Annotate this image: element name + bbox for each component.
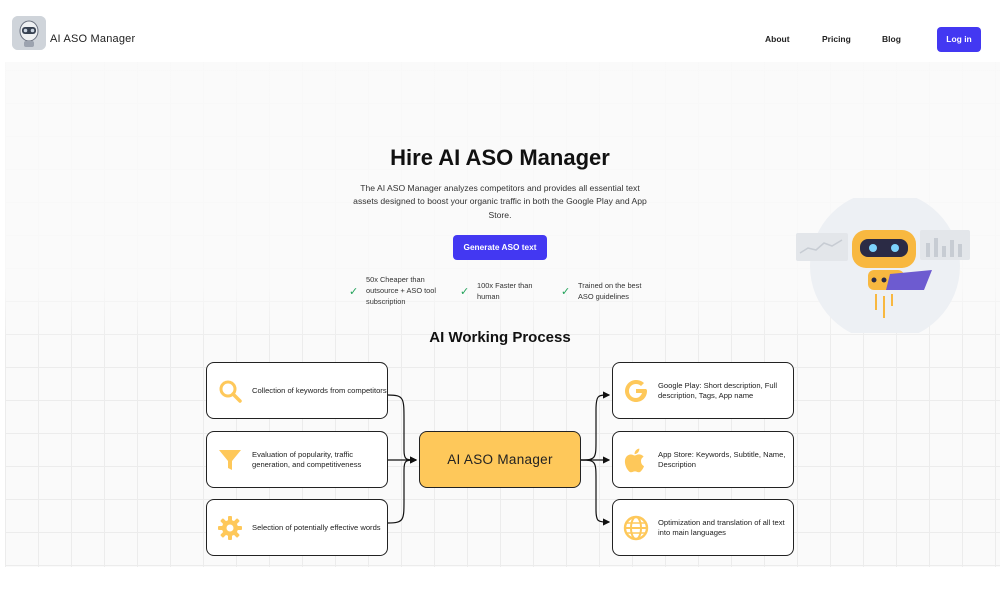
process-output-translation: Optimization and translation of all text…: [612, 499, 794, 556]
process-input-keywords: Collection of keywords from competitors: [206, 362, 388, 419]
process-input-text: Selection of potentially effective words: [252, 522, 381, 532]
process-input-evaluation: Evaluation of popularity, traffic genera…: [206, 431, 388, 488]
process-output-google-play: Google Play: Short description, Full des…: [612, 362, 794, 419]
gear-icon: [218, 515, 242, 540]
process-center-ai-aso-manager: AI ASO Manager: [419, 431, 581, 488]
apple-icon: [624, 448, 644, 472]
process-output-text: Optimization and translation of all text…: [658, 517, 785, 537]
search-icon: [219, 380, 242, 403]
google-icon: [625, 379, 647, 402]
process-output-app-store: App Store: Keywords, Subtitle, Name, Des…: [612, 431, 794, 488]
globe-icon: [623, 515, 649, 540]
process-input-selection: Selection of potentially effective words: [206, 499, 388, 556]
process-output-text: App Store: Keywords, Subtitle, Name, Des…: [658, 449, 786, 469]
process-connectors: [387, 391, 611, 526]
process-input-text: Collection of keywords from competitors: [252, 385, 387, 395]
process-output-text: Google Play: Short description, Full des…: [658, 380, 778, 400]
funnel-icon: [219, 449, 241, 470]
process-input-text: Evaluation of popularity, traffic genera…: [252, 449, 362, 469]
